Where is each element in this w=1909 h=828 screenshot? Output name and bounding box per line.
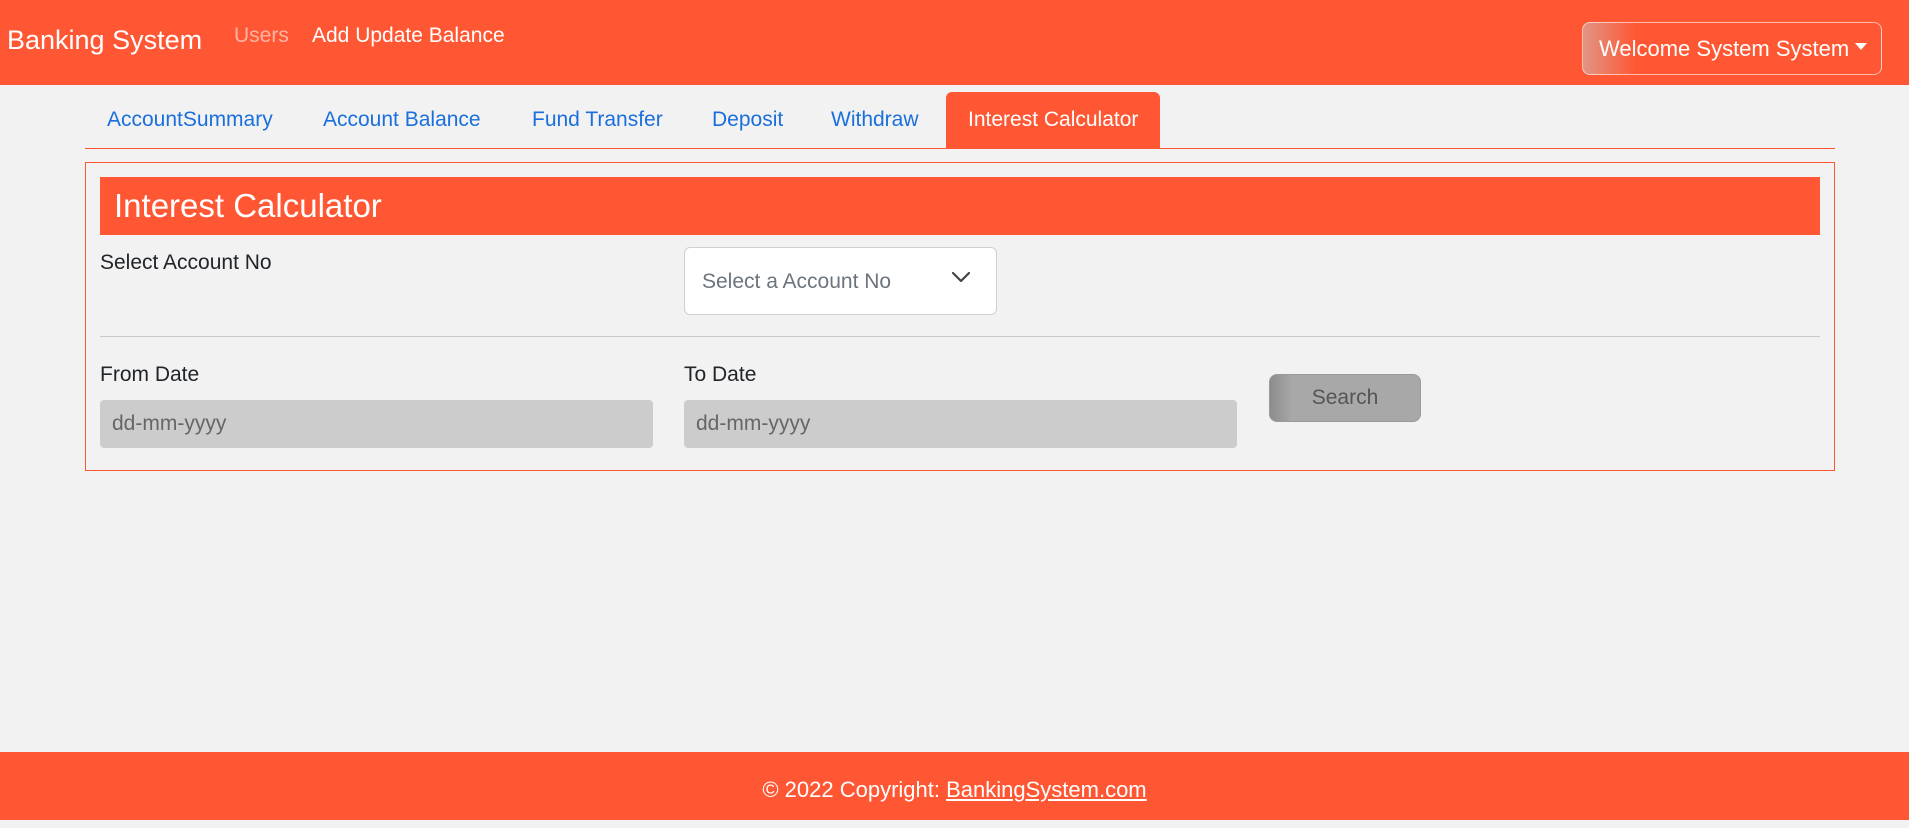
account-no-select[interactable]: Select a Account No [684,247,997,315]
section-divider [100,336,1820,337]
to-date-label: To Date [684,363,757,386]
tab-fund-transfer[interactable]: Fund Transfer [510,92,685,149]
brand-logo-text[interactable]: Banking System [7,25,202,56]
from-date-label: From Date [100,363,200,386]
tab-withdraw[interactable]: Withdraw [809,92,941,149]
account-tabs: AccountSummary Account Balance Fund Tran… [85,92,1835,149]
nav-link-users[interactable]: Users [234,24,289,48]
user-menu-label: Welcome System System [1599,35,1850,61]
footer-copyright-text: © 2022 Copyright: [762,777,947,802]
user-menu-dropdown[interactable]: Welcome System System [1582,22,1882,75]
chevron-down-icon [951,271,971,283]
interest-calculator-card: Interest Calculator Select Account No Se… [85,162,1835,471]
to-date-input[interactable] [684,400,1237,448]
nav-link-add-update-balance[interactable]: Add Update Balance [312,24,505,48]
tab-account-summary[interactable]: AccountSummary [85,92,295,149]
tab-deposit[interactable]: Deposit [690,92,805,149]
caret-down-icon [1855,43,1868,50]
search-button[interactable]: Search [1269,374,1421,422]
page-footer: © 2022 Copyright: BankingSystem.com [0,752,1909,820]
top-navbar: Banking System Users Add Update Balance … [0,0,1909,85]
footer-site-link[interactable]: BankingSystem.com [946,777,1147,802]
from-date-input[interactable] [100,400,653,448]
tab-account-balance[interactable]: Account Balance [301,92,503,149]
tab-interest-calculator[interactable]: Interest Calculator [946,92,1161,149]
account-no-select-placeholder: Select a Account No [702,270,892,293]
account-no-label: Select Account No [100,251,272,274]
card-title: Interest Calculator [100,177,1820,235]
